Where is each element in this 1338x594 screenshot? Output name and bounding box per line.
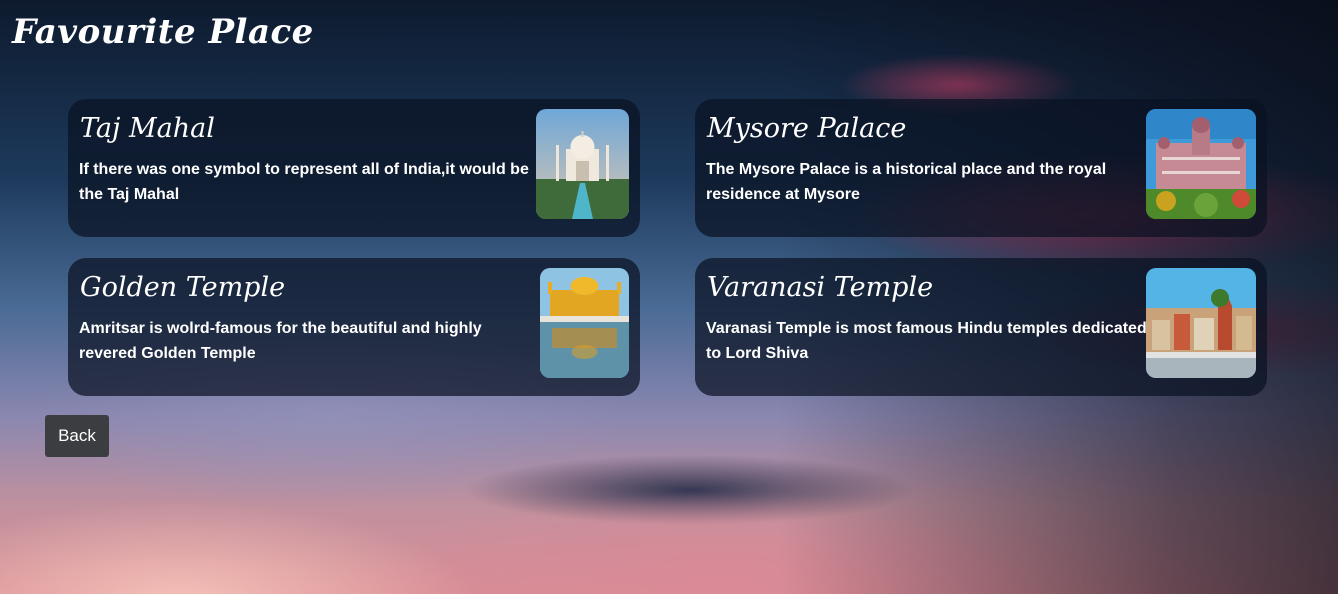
varanasi-temple-image <box>1146 268 1256 378</box>
taj-mahal-image <box>536 109 629 219</box>
place-card-description: Varanasi Temple is most famous Hindu tem… <box>706 320 1147 362</box>
place-card-title: Taj Mahal <box>80 113 215 144</box>
back-button[interactable]: Back <box>45 415 109 457</box>
place-card-golden-temple: Golden Temple Amritsar is wolrd-famous f… <box>68 258 640 396</box>
golden-temple-image <box>540 268 629 378</box>
place-card-description: Amritsar is wolrd-famous for the beautif… <box>79 320 482 362</box>
mysore-palace-image <box>1146 109 1256 219</box>
place-card-varanasi-temple: Varanasi Temple Varanasi Temple is most … <box>695 258 1267 396</box>
place-card-description: The Mysore Palace is a historical place … <box>706 161 1107 203</box>
page-title: Favourite Place <box>12 12 314 52</box>
place-card-title: Varanasi Temple <box>707 272 934 303</box>
place-card-title: Mysore Palace <box>707 113 907 144</box>
place-card-taj-mahal: Taj Mahal If there was one symbol to rep… <box>68 99 640 237</box>
place-card-description: If there was one symbol to represent all… <box>79 161 529 203</box>
place-card-title: Golden Temple <box>80 272 286 303</box>
place-card-mysore-palace: Mysore Palace The Mysore Palace is a his… <box>695 99 1267 237</box>
